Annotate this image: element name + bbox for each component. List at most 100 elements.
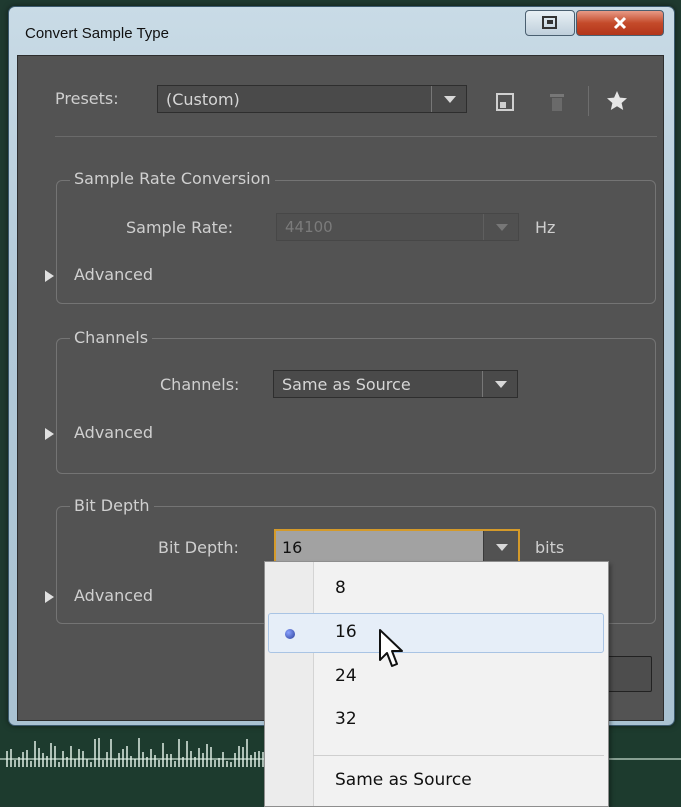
option-label: 16 xyxy=(335,622,357,642)
option-label: 8 xyxy=(335,578,346,598)
sample-rate-legend: Sample Rate Conversion xyxy=(70,169,275,188)
sample-rate-group xyxy=(56,180,656,304)
presets-value: (Custom) xyxy=(166,90,240,109)
waveform-spike xyxy=(186,741,188,767)
waveform-spike xyxy=(174,761,176,767)
list-separator xyxy=(313,755,604,756)
waveform-spike xyxy=(14,760,16,767)
waveform-spike xyxy=(230,762,232,767)
waveform-spike xyxy=(18,757,20,767)
save-preset-icon xyxy=(496,93,514,111)
channels-dropdown[interactable]: Same as Source xyxy=(273,370,518,398)
waveform-spike xyxy=(102,760,104,767)
chevron-down-icon xyxy=(431,86,466,112)
waveform-spike xyxy=(86,759,88,767)
selected-radio-icon xyxy=(285,629,295,639)
sample-rate-value: 44100 xyxy=(285,218,333,236)
waveform-spike xyxy=(46,756,48,767)
waveform-spike xyxy=(50,743,52,767)
channels-label: Channels: xyxy=(160,375,240,394)
bit-depth-options-list: 8 16 24 32 Same as Source xyxy=(264,561,609,807)
waveform-spike xyxy=(242,747,244,767)
channels-group xyxy=(56,338,656,474)
list-gutter xyxy=(265,562,314,806)
waveform-spike xyxy=(190,751,192,767)
waveform-spike xyxy=(250,755,252,767)
option-label: 32 xyxy=(335,709,357,729)
waveform-spike xyxy=(82,751,84,767)
waveform-spike xyxy=(162,743,164,767)
bit-depth-unit: bits xyxy=(535,538,565,557)
expand-triangle-icon xyxy=(45,590,54,603)
option-8[interactable]: 8 xyxy=(313,570,604,606)
waveform-spike xyxy=(258,751,260,767)
waveform-spike xyxy=(142,752,144,767)
close-button[interactable] xyxy=(576,10,664,36)
option-same-as-source[interactable]: Same as Source xyxy=(313,762,604,798)
mouse-cursor-icon xyxy=(379,629,403,667)
restore-button[interactable] xyxy=(525,10,575,36)
restore-icon xyxy=(542,16,557,29)
waveform-spike xyxy=(70,746,72,767)
channels-advanced-toggle[interactable]: Advanced xyxy=(45,423,153,442)
waveform-spike xyxy=(58,762,60,767)
waveform-spike xyxy=(66,757,68,767)
waveform-spike xyxy=(178,739,180,767)
waveform-spike xyxy=(182,757,184,767)
bit-depth-legend: Bit Depth xyxy=(70,496,154,515)
channels-value: Same as Source xyxy=(282,375,411,394)
waveform-spike xyxy=(22,752,24,767)
sample-rate-advanced-toggle[interactable]: Advanced xyxy=(45,265,153,284)
waveform-spike xyxy=(146,757,148,767)
bit-depth-dropdown[interactable]: 16 xyxy=(274,529,520,565)
expand-triangle-icon xyxy=(45,269,54,282)
save-preset-button[interactable] xyxy=(496,93,514,111)
option-label: Same as Source xyxy=(335,770,472,790)
waveform-spike xyxy=(106,752,108,767)
waveform-spike xyxy=(202,753,204,767)
waveform-spike xyxy=(126,746,128,767)
waveform-spike xyxy=(94,739,96,767)
presets-separator xyxy=(55,136,657,137)
expand-triangle-icon xyxy=(45,427,54,440)
chevron-down-icon xyxy=(482,371,517,397)
presets-dropdown[interactable]: (Custom) xyxy=(157,85,467,113)
waveform-spike xyxy=(158,760,160,767)
waveform-spike xyxy=(134,759,136,767)
waveform-spike xyxy=(62,751,64,767)
waveform-spike xyxy=(42,753,44,767)
waveform-spike xyxy=(150,749,152,767)
sample-rate-label: Sample Rate: xyxy=(126,218,234,237)
bit-depth-label: Bit Depth: xyxy=(158,538,239,557)
waveform-spike xyxy=(210,747,212,767)
waveform-spike xyxy=(218,758,220,767)
waveform-spike xyxy=(118,753,120,767)
waveform-spike xyxy=(78,749,80,767)
waveform-spike xyxy=(206,744,208,767)
bit-depth-value: 16 xyxy=(282,538,303,557)
waveform-spike xyxy=(130,756,132,767)
advanced-label: Advanced xyxy=(74,423,154,442)
waveform-spike xyxy=(194,757,196,767)
channels-legend: Channels xyxy=(70,328,153,347)
waveform-spike xyxy=(122,749,124,767)
favorite-preset-button[interactable] xyxy=(605,89,629,113)
waveform-spike xyxy=(98,738,100,767)
option-24[interactable]: 24 xyxy=(313,658,604,694)
presets-label: Presets: xyxy=(55,89,119,108)
option-16[interactable]: 16 xyxy=(268,613,604,653)
chevron-down-icon xyxy=(483,531,518,563)
close-icon xyxy=(613,16,627,30)
title-bar[interactable]: Convert Sample Type xyxy=(9,7,674,55)
option-32[interactable]: 32 xyxy=(313,701,604,737)
waveform-spike xyxy=(254,752,256,767)
waveform-spike xyxy=(234,753,236,767)
bit-depth-advanced-toggle[interactable]: Advanced xyxy=(45,586,153,605)
sample-rate-unit: Hz xyxy=(535,218,556,237)
waveform-spike xyxy=(238,746,240,767)
option-label: 24 xyxy=(335,666,357,686)
sample-rate-dropdown[interactable]: 44100 xyxy=(276,213,519,241)
delete-preset-button[interactable] xyxy=(548,92,566,112)
waveform-spike xyxy=(54,746,56,767)
waveform-spike xyxy=(10,749,12,767)
